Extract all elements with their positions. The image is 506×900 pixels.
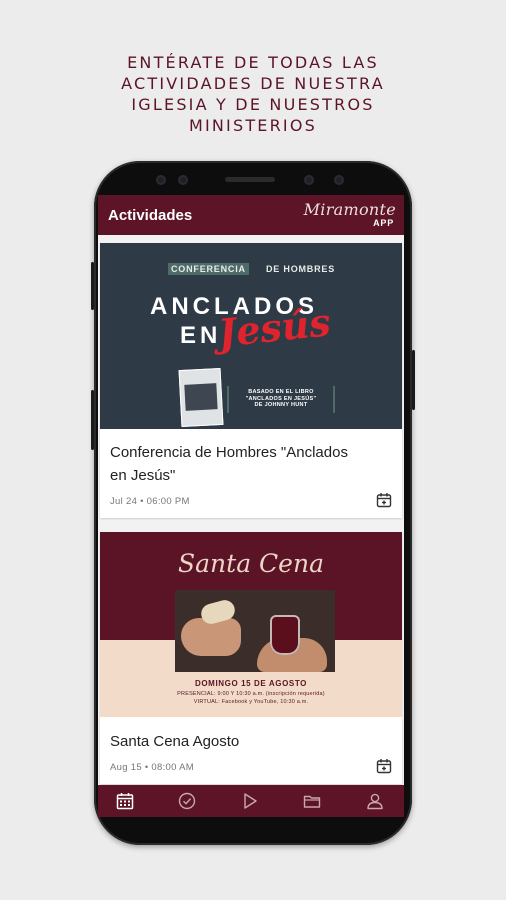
- banner-date-text: DOMINGO 15 DE AGOSTO: [194, 679, 307, 688]
- headline-line-1: ENTÉRATE DE TODAS LAS: [127, 53, 379, 72]
- bixby-button: [91, 390, 94, 450]
- nav-calendar-icon[interactable]: [116, 792, 134, 810]
- banner-caption: BASADO EN EL LIBRO "ANCLADOS EN JESÚS" D…: [229, 389, 333, 409]
- event-date: Aug 15 • 08:00 AM: [110, 762, 194, 773]
- event-card[interactable]: CONFERENCIA DE HOMBRES ANCLADOS EN Jesús…: [100, 243, 402, 518]
- app-screen: Actividades Miramonte APP CONFERENCIA DE…: [98, 195, 404, 817]
- add-to-calendar-icon[interactable]: [376, 492, 392, 508]
- event-title-line-1: Conferencia de Hombres "Anclados: [110, 444, 348, 461]
- nav-play-icon[interactable]: [241, 792, 259, 810]
- event-title: Santa Cena Agosto: [110, 733, 240, 750]
- sensor-icon: [334, 175, 344, 185]
- banner-heading-line-2: EN: [180, 322, 222, 349]
- sensor-icon: [156, 175, 166, 185]
- event-date: Jul 24 • 06:00 PM: [110, 496, 190, 507]
- nav-user-icon[interactable]: [366, 792, 384, 810]
- bottom-nav: [98, 785, 404, 817]
- banner-tag-rest: DE HOMBRES: [266, 264, 336, 274]
- banner-detail-line-2: VIRTUAL: Facebook y YouTube, 10:30 a.m.: [193, 699, 309, 705]
- phone-speaker: [225, 177, 275, 182]
- event-title: Conferencia de Hombres "Anclados en Jesú…: [110, 441, 348, 487]
- page-title: Actividades: [108, 207, 193, 224]
- communion-photo: [175, 590, 335, 672]
- caption-line-3: DE JOHNNY HUNT: [254, 402, 308, 408]
- event-card[interactable]: Santa Cena DOMINGO 15 DE AGOSTO PRESENCI…: [100, 532, 402, 784]
- nav-folder-icon[interactable]: [303, 792, 321, 810]
- banner-tag: CONFERENCIA: [168, 263, 249, 275]
- power-button: [412, 350, 415, 410]
- headline-line-3: IGLESIA Y DE NUESTROS: [131, 95, 375, 114]
- book-cover-image: [178, 367, 224, 428]
- volume-button: [91, 262, 94, 310]
- headline-line-2: ACTIVIDADES DE NUESTRA: [121, 74, 385, 93]
- headline-line-4: MINISTERIOS: [188, 116, 318, 135]
- event-banner-image: Santa Cena DOMINGO 15 DE AGOSTO PRESENCI…: [100, 532, 402, 717]
- promo-headline: ENTÉRATE DE TODAS LAS ACTIVIDADES DE NUE…: [0, 52, 506, 136]
- banner-script-text: Santa Cena: [178, 549, 324, 578]
- app-logo: Miramonte: [303, 200, 396, 219]
- sensor-icon: [178, 175, 188, 185]
- cup-shape: [270, 615, 300, 655]
- app-logo-suffix: APP: [373, 218, 394, 228]
- event-banner-image: CONFERENCIA DE HOMBRES ANCLADOS EN Jesús…: [100, 243, 402, 429]
- add-to-calendar-icon[interactable]: [376, 758, 392, 774]
- banner-caption-box: BASADO EN EL LIBRO "ANCLADOS EN JESÚS" D…: [227, 386, 335, 413]
- banner-detail-line-1: PRESENCIAL: 9:00 Y 10:30 a.m. (inscripci…: [177, 691, 325, 697]
- nav-check-circle-icon[interactable]: [178, 792, 196, 810]
- app-bar: Actividades Miramonte APP: [98, 195, 404, 235]
- book-cover-art: [184, 383, 218, 411]
- front-camera-icon: [304, 175, 314, 185]
- event-title-line-2: en Jesús": [110, 467, 176, 484]
